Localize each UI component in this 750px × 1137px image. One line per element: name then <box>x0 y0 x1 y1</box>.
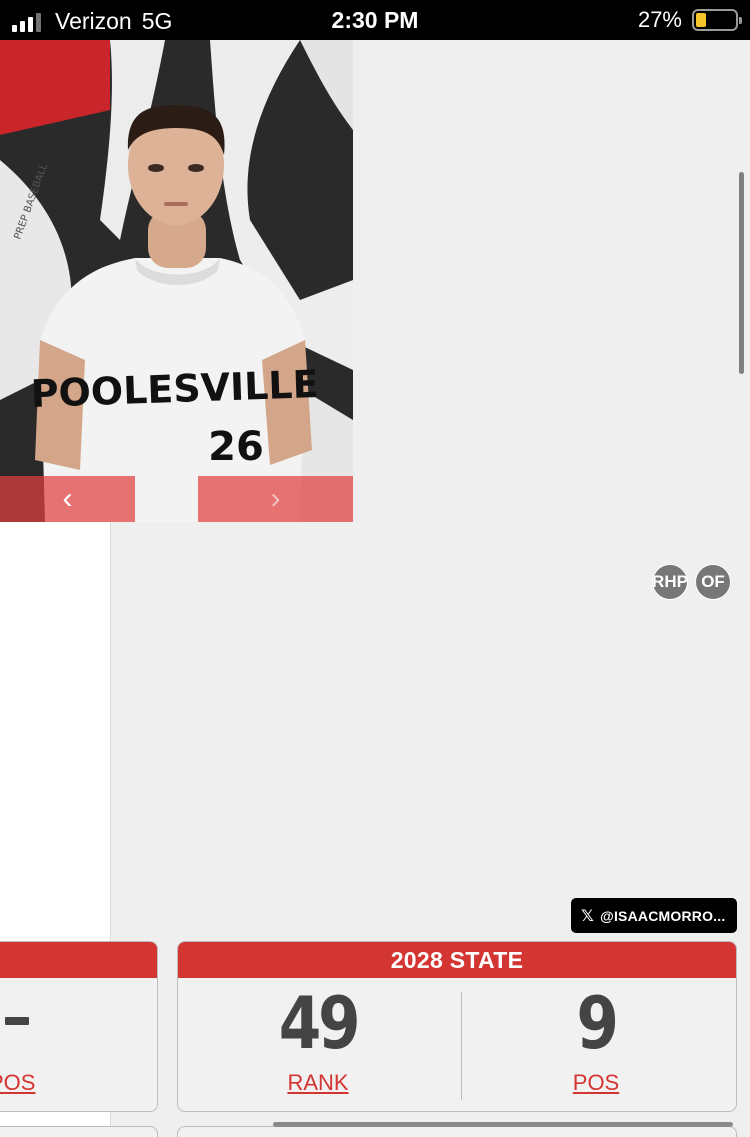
x-handle-link[interactable]: 𝕏 @ISAACMORRO... <box>571 898 737 933</box>
horizontal-scrollbar[interactable] <box>273 1122 733 1127</box>
chevron-right-icon: › <box>270 482 281 515</box>
battery-icon <box>692 9 742 31</box>
state-rank-link[interactable]: RANK <box>218 1070 418 1096</box>
x-handle-text: @ISAACMORRO... <box>600 907 726 924</box>
ranking-card-state: 2028 STATE 49 RANK 9 POS <box>177 941 737 1112</box>
position-badge-of: OF <box>695 564 731 600</box>
battery-percent: 27% <box>637 7 682 32</box>
player-photo: POOLESVILLE 26 PREP BASEBALL <box>0 40 353 522</box>
status-bar: Verizon 5G 2:30 PM 27% <box>0 0 750 40</box>
x-logo-icon: 𝕏 <box>581 906 595 925</box>
state-pos-stat: 9 POS <box>496 978 696 1096</box>
player-photo-carousel[interactable]: POOLESVILLE 26 PREP BASEBALL ‹ › <box>0 40 353 522</box>
carousel-next-button[interactable]: › <box>198 476 353 522</box>
left-pos-link[interactable]: POS <box>0 1070 35 1096</box>
next-card-right-edge <box>177 1126 737 1137</box>
state-pos-link[interactable]: POS <box>496 1070 696 1096</box>
stat-divider <box>461 992 462 1100</box>
next-card-left-edge <box>0 1126 158 1137</box>
vertical-scrollbar[interactable] <box>739 172 744 374</box>
state-rank-stat: 49 RANK <box>218 978 418 1096</box>
state-pos-value: 9 <box>576 981 619 1065</box>
chevron-left-icon: ‹ <box>62 482 73 515</box>
position-badge-rhp: RHP <box>652 564 688 600</box>
empty-value-dash <box>5 1017 29 1025</box>
battery-fill <box>696 13 707 27</box>
status-right: 27% <box>637 7 742 33</box>
ranking-card-left-header <box>0 942 157 978</box>
jersey-number: 26 <box>208 424 264 470</box>
state-card-title: 2028 STATE <box>178 942 736 978</box>
ranking-card-left: POS <box>0 941 158 1112</box>
carousel-prev-button[interactable]: ‹ <box>0 476 135 522</box>
state-rank-value: 49 <box>278 981 361 1065</box>
